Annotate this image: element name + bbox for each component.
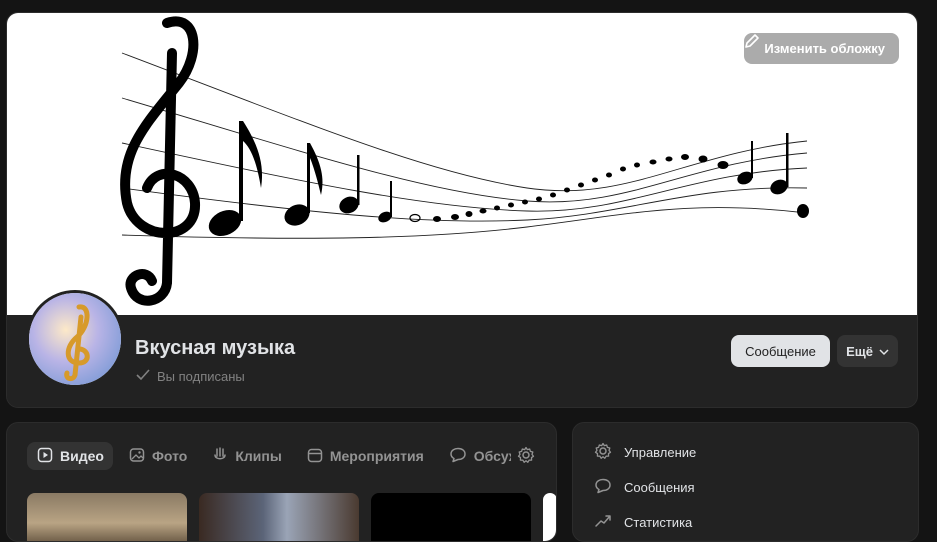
video-thumbnails xyxy=(27,493,556,541)
content-tabs: Видео Фото Клипы Мероприятия Обсуж xyxy=(27,442,517,470)
video-thumbnail[interactable] xyxy=(371,493,531,541)
subscription-status-label: Вы подписаны xyxy=(157,369,245,384)
video-thumbnail[interactable] xyxy=(199,493,359,541)
menu-item-messages-label: Сообщения xyxy=(624,480,695,495)
menu-item-management-label: Управление xyxy=(624,445,697,460)
tab-video[interactable]: Видео xyxy=(27,442,113,470)
subscription-status: Вы подписаны xyxy=(135,368,245,385)
profile-bar: Вкусная музыка Вы подписаны Сообщение Ещ… xyxy=(7,290,917,407)
group-name: Вкусная музыка xyxy=(135,337,296,359)
chat-bubble-icon xyxy=(449,447,467,466)
tab-video-label: Видео xyxy=(60,448,104,464)
video-thumbnail[interactable] xyxy=(543,493,556,541)
menu-item-messages[interactable]: Сообщения xyxy=(594,478,695,497)
menu-item-management[interactable]: Управление xyxy=(594,442,696,463)
check-icon xyxy=(135,368,151,385)
tab-discussions[interactable]: Обсуж xyxy=(439,442,511,470)
gear-icon xyxy=(594,442,612,463)
tab-photo-label: Фото xyxy=(151,448,188,464)
tab-events-label: Мероприятия xyxy=(329,448,424,464)
more-button-label: Ещё xyxy=(846,343,873,359)
chart-icon xyxy=(594,513,612,532)
chat-bubble-icon xyxy=(594,478,612,497)
menu-item-statistics-label: Статистика xyxy=(624,515,693,530)
calendar-icon xyxy=(307,447,323,466)
menu-item-statistics[interactable]: Статистика xyxy=(594,513,692,532)
avatar[interactable] xyxy=(26,290,124,388)
message-button[interactable]: Сообщение xyxy=(731,335,830,367)
group-header-card: Изменить обложку Вкусная музыка Вы подпи… xyxy=(6,12,918,408)
chevron-down-icon xyxy=(879,344,889,359)
tab-discussions-label: Обсуж xyxy=(473,448,511,464)
clips-icon xyxy=(212,446,228,466)
tabs-settings-gear-icon[interactable] xyxy=(517,446,535,469)
cover-image: Изменить обложку xyxy=(7,13,917,315)
content-tabs-card: Видео Фото Клипы Мероприятия Обсуж xyxy=(6,422,557,542)
video-icon xyxy=(37,447,53,466)
more-button[interactable]: Ещё xyxy=(837,335,898,367)
change-cover-button[interactable]: Изменить обложку xyxy=(744,33,899,64)
photo-icon xyxy=(129,447,145,466)
management-menu-card: Управление Сообщения Статистика xyxy=(572,422,919,542)
tab-clips[interactable]: Клипы xyxy=(202,442,290,470)
tab-clips-label: Клипы xyxy=(235,448,282,464)
change-cover-label: Изменить обложку xyxy=(764,41,885,56)
tab-events[interactable]: Мероприятия xyxy=(297,442,433,470)
tab-photo[interactable]: Фото xyxy=(119,442,196,470)
video-thumbnail[interactable] xyxy=(27,493,187,541)
